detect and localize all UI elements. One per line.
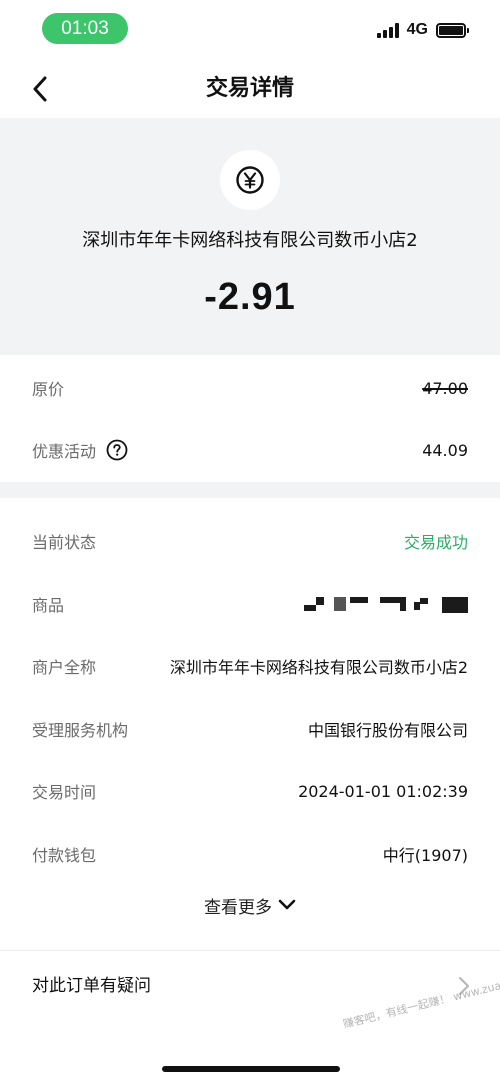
transaction-summary: 深圳市年年卡网络科技有限公司数币小店2 -2.91 [0,118,500,355]
acquirer-label: 受理服务机构 [32,721,129,740]
merchant-name: 深圳市年年卡网络科技有限公司数币小店2 [82,230,418,251]
discount-row: 优惠活动 44.09 [32,435,468,465]
network-type: 4G [406,21,428,38]
chevron-down-icon [278,899,296,910]
wallet-label: 付款钱包 [32,846,97,865]
merchant-full-row: 商户全称 深圳市年年卡网络科技有限公司数币小店2 [32,651,468,681]
chevron-left-icon [33,76,47,102]
status-value: 交易成功 [403,533,468,552]
original-price-value: 47.00 [422,378,468,398]
nav-bar: 交易详情 [0,60,500,118]
signal-icon [376,22,399,38]
acquirer-value: 中国银行股份有限公司 [307,721,468,740]
discount-label-group: 优惠活动 [32,438,128,462]
section-separator [0,482,500,498]
wallet-value: 中行(1907) [382,846,468,865]
status-bar: 01:03 4G [0,0,500,60]
acquirer-row: 受理服务机构 中国银行股份有限公司 [32,714,468,744]
discount-label: 优惠活动 [32,442,97,461]
see-more-button[interactable]: 查看更多 [0,890,500,920]
time-label: 交易时间 [32,783,97,802]
status-indicators: 4G [376,20,469,40]
status-label: 当前状态 [32,533,97,552]
pricing-section: 原价 47.00 优惠活动 44.09 [0,355,500,482]
product-value-redacted [304,593,468,615]
order-question-label: 对此订单有疑问 [32,976,151,996]
discount-value: 44.09 [422,440,468,460]
merchant-full-label: 商户全称 [32,658,97,677]
merchant-full-value: 深圳市年年卡网络科技有限公司数币小店2 [169,658,468,677]
original-price-label: 原价 [32,380,65,399]
details-section: 当前状态 交易成功 商品 商户全称 深圳市年年卡网络科技有限公司数币小店2 受理… [0,498,500,948]
help-icon[interactable] [106,439,128,461]
yen-icon [236,166,264,194]
divider [0,950,500,951]
status-row: 当前状态 交易成功 [32,526,468,556]
bottom-area [0,1020,500,1082]
see-more-label: 查看更多 [204,897,272,918]
product-label: 商品 [32,596,65,615]
wallet-row: 付款钱包 中行(1907) [32,839,468,869]
home-indicator[interactable] [162,1066,340,1072]
time-value: 2024-01-01 01:02:39 [298,781,468,801]
back-button[interactable] [22,70,58,108]
original-price-row: 原价 47.00 [32,373,468,403]
time-row: 交易时间 2024-01-01 01:02:39 [32,776,468,806]
status-time: 01:03 [42,13,128,44]
product-row: 商品 [32,589,468,619]
battery-icon [436,22,469,38]
page-title: 交易详情 [205,76,294,101]
transaction-amount: -2.91 [204,276,296,318]
merchant-avatar [220,150,280,210]
